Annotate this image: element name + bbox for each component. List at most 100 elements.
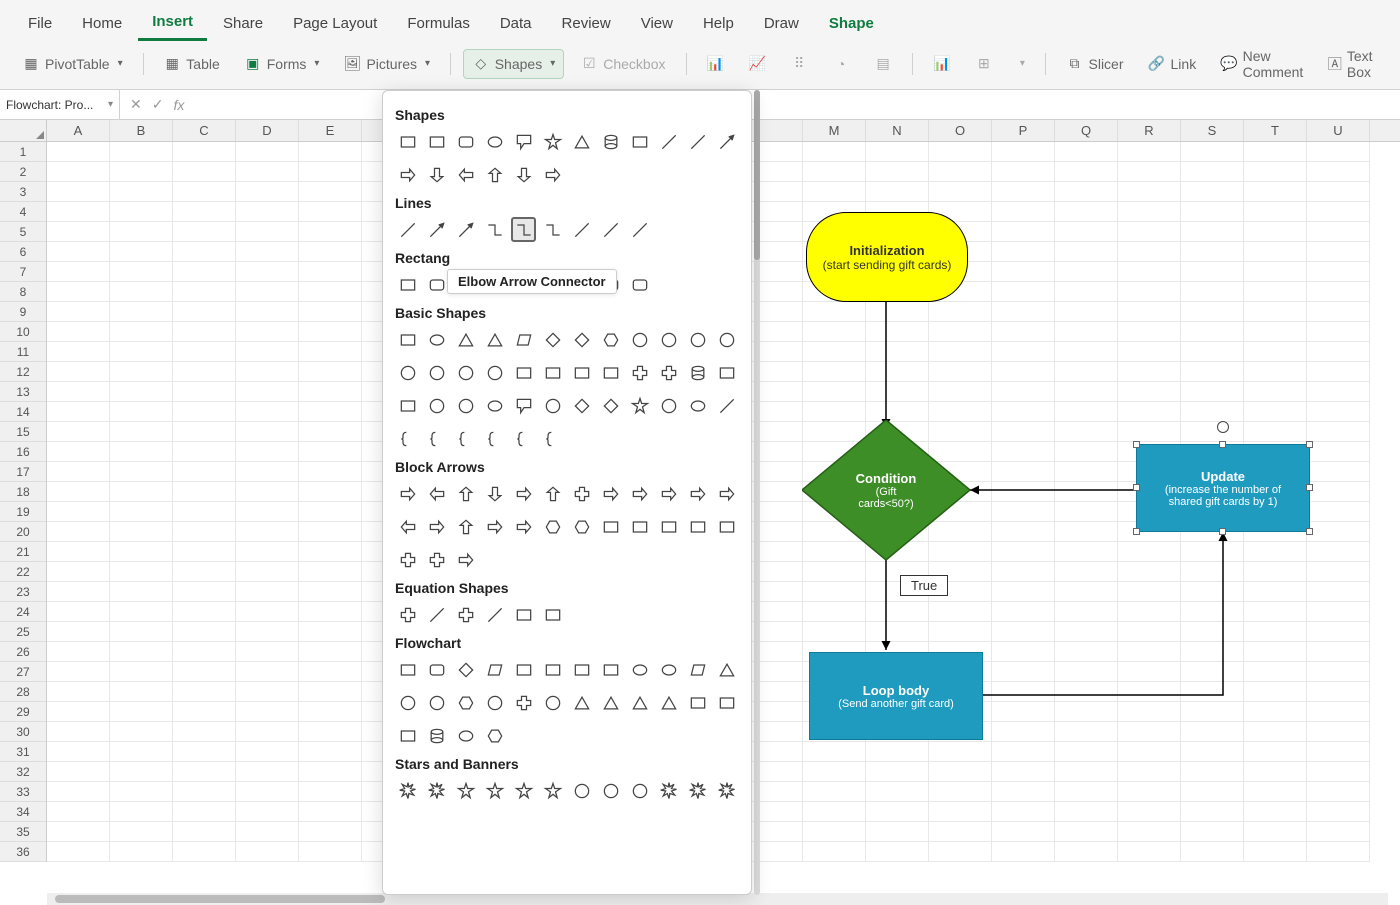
tab-review[interactable]: Review: [548, 7, 625, 40]
tab-data[interactable]: Data: [486, 7, 546, 40]
row-header[interactable]: 32: [0, 762, 46, 782]
shape-option[interactable]: [511, 393, 536, 418]
col-header[interactable]: A: [47, 120, 110, 141]
shape-option[interactable]: [598, 393, 623, 418]
shape-option[interactable]: [395, 272, 420, 297]
shape-option[interactable]: [714, 129, 739, 154]
shape-option[interactable]: [395, 602, 420, 627]
row-header[interactable]: 9: [0, 302, 46, 322]
shape-option[interactable]: [482, 778, 507, 803]
row-header[interactable]: 23: [0, 582, 46, 602]
row-header[interactable]: 28: [0, 682, 46, 702]
flow-update[interactable]: Update (increase the number of shared gi…: [1136, 444, 1310, 532]
row-header[interactable]: 17: [0, 462, 46, 482]
row-header[interactable]: 4: [0, 202, 46, 222]
shape-option[interactable]: [569, 393, 594, 418]
row-header[interactable]: 19: [0, 502, 46, 522]
shape-option[interactable]: [598, 690, 623, 715]
row-header[interactable]: 36: [0, 842, 46, 862]
row-header[interactable]: 24: [0, 602, 46, 622]
shape-option[interactable]: [714, 481, 739, 506]
pivottable-button[interactable]: ▦PivotTable: [14, 50, 131, 78]
tab-formulas[interactable]: Formulas: [393, 7, 484, 40]
shape-option[interactable]: [685, 327, 710, 352]
row-header[interactable]: 11: [0, 342, 46, 362]
shape-option[interactable]: [569, 129, 594, 154]
row-header[interactable]: 14: [0, 402, 46, 422]
shape-option[interactable]: [685, 360, 710, 385]
shape-option[interactable]: [424, 481, 449, 506]
shape-option[interactable]: [482, 657, 507, 682]
shape-option[interactable]: [395, 426, 420, 451]
shape-option[interactable]: [627, 129, 652, 154]
shape-option[interactable]: [656, 327, 681, 352]
shape-option[interactable]: [569, 657, 594, 682]
shape-option[interactable]: [453, 217, 478, 242]
flow-condition[interactable]: Condition (Gift cards<50?): [802, 420, 970, 560]
shape-option[interactable]: [395, 514, 420, 539]
shape-option[interactable]: [453, 162, 478, 187]
shape-option[interactable]: [627, 217, 652, 242]
shape-option[interactable]: [540, 514, 565, 539]
col-header[interactable]: R: [1118, 120, 1181, 141]
shape-option[interactable]: [424, 129, 449, 154]
shape-option[interactable]: [598, 327, 623, 352]
col-header[interactable]: T: [1244, 120, 1307, 141]
slicer-button[interactable]: ⧉Slicer: [1058, 50, 1132, 78]
shape-option[interactable]: [714, 327, 739, 352]
row-header[interactable]: 13: [0, 382, 46, 402]
select-all-corner[interactable]: [0, 120, 47, 142]
shape-option[interactable]: [395, 690, 420, 715]
shape-option[interactable]: [540, 129, 565, 154]
fx-icon[interactable]: fx: [173, 97, 184, 113]
shape-option[interactable]: [627, 778, 652, 803]
shape-option[interactable]: [598, 481, 623, 506]
shape-option[interactable]: [656, 481, 681, 506]
name-box[interactable]: Flowchart: Pro...▾: [0, 90, 120, 119]
shape-option[interactable]: [511, 514, 536, 539]
shape-option[interactable]: [569, 481, 594, 506]
shape-option[interactable]: [569, 327, 594, 352]
comment-button[interactable]: 💬New Comment: [1212, 43, 1312, 85]
shape-option[interactable]: [395, 547, 420, 572]
shape-option[interactable]: [540, 602, 565, 627]
shape-option[interactable]: [714, 360, 739, 385]
col-header[interactable]: C: [173, 120, 236, 141]
shape-option[interactable]: [598, 657, 623, 682]
shape-option[interactable]: [540, 327, 565, 352]
row-header[interactable]: 33: [0, 782, 46, 802]
shape-option[interactable]: [453, 426, 478, 451]
row-header[interactable]: 10: [0, 322, 46, 342]
row-header[interactable]: 30: [0, 722, 46, 742]
shape-option[interactable]: [540, 657, 565, 682]
shape-option[interactable]: [395, 778, 420, 803]
shape-option[interactable]: [395, 393, 420, 418]
shape-option[interactable]: [424, 272, 449, 297]
shape-option[interactable]: [511, 690, 536, 715]
shape-option[interactable]: [540, 778, 565, 803]
shape-option[interactable]: [395, 657, 420, 682]
shape-option[interactable]: [482, 162, 507, 187]
shape-option[interactable]: [540, 162, 565, 187]
shape-option[interactable]: [685, 481, 710, 506]
panel-scrollbar[interactable]: [754, 90, 760, 895]
shape-option[interactable]: [714, 657, 739, 682]
shape-option[interactable]: [569, 360, 594, 385]
shape-option[interactable]: [598, 778, 623, 803]
shape-option[interactable]: [395, 327, 420, 352]
row-header[interactable]: 34: [0, 802, 46, 822]
shape-option[interactable]: [627, 360, 652, 385]
resize-handle[interactable]: [1306, 441, 1313, 448]
shape-option[interactable]: [714, 778, 739, 803]
shape-option[interactable]: [424, 723, 449, 748]
shape-option[interactable]: [453, 393, 478, 418]
shapes-button[interactable]: ◇Shapes: [463, 49, 565, 79]
shape-option[interactable]: [627, 393, 652, 418]
forms-button[interactable]: ▣Forms: [236, 50, 328, 78]
row-header[interactable]: 6: [0, 242, 46, 262]
shape-option[interactable]: [598, 514, 623, 539]
shape-option[interactable]: [395, 129, 420, 154]
shape-option[interactable]: [424, 327, 449, 352]
shape-option[interactable]: [424, 514, 449, 539]
shape-option[interactable]: [569, 690, 594, 715]
